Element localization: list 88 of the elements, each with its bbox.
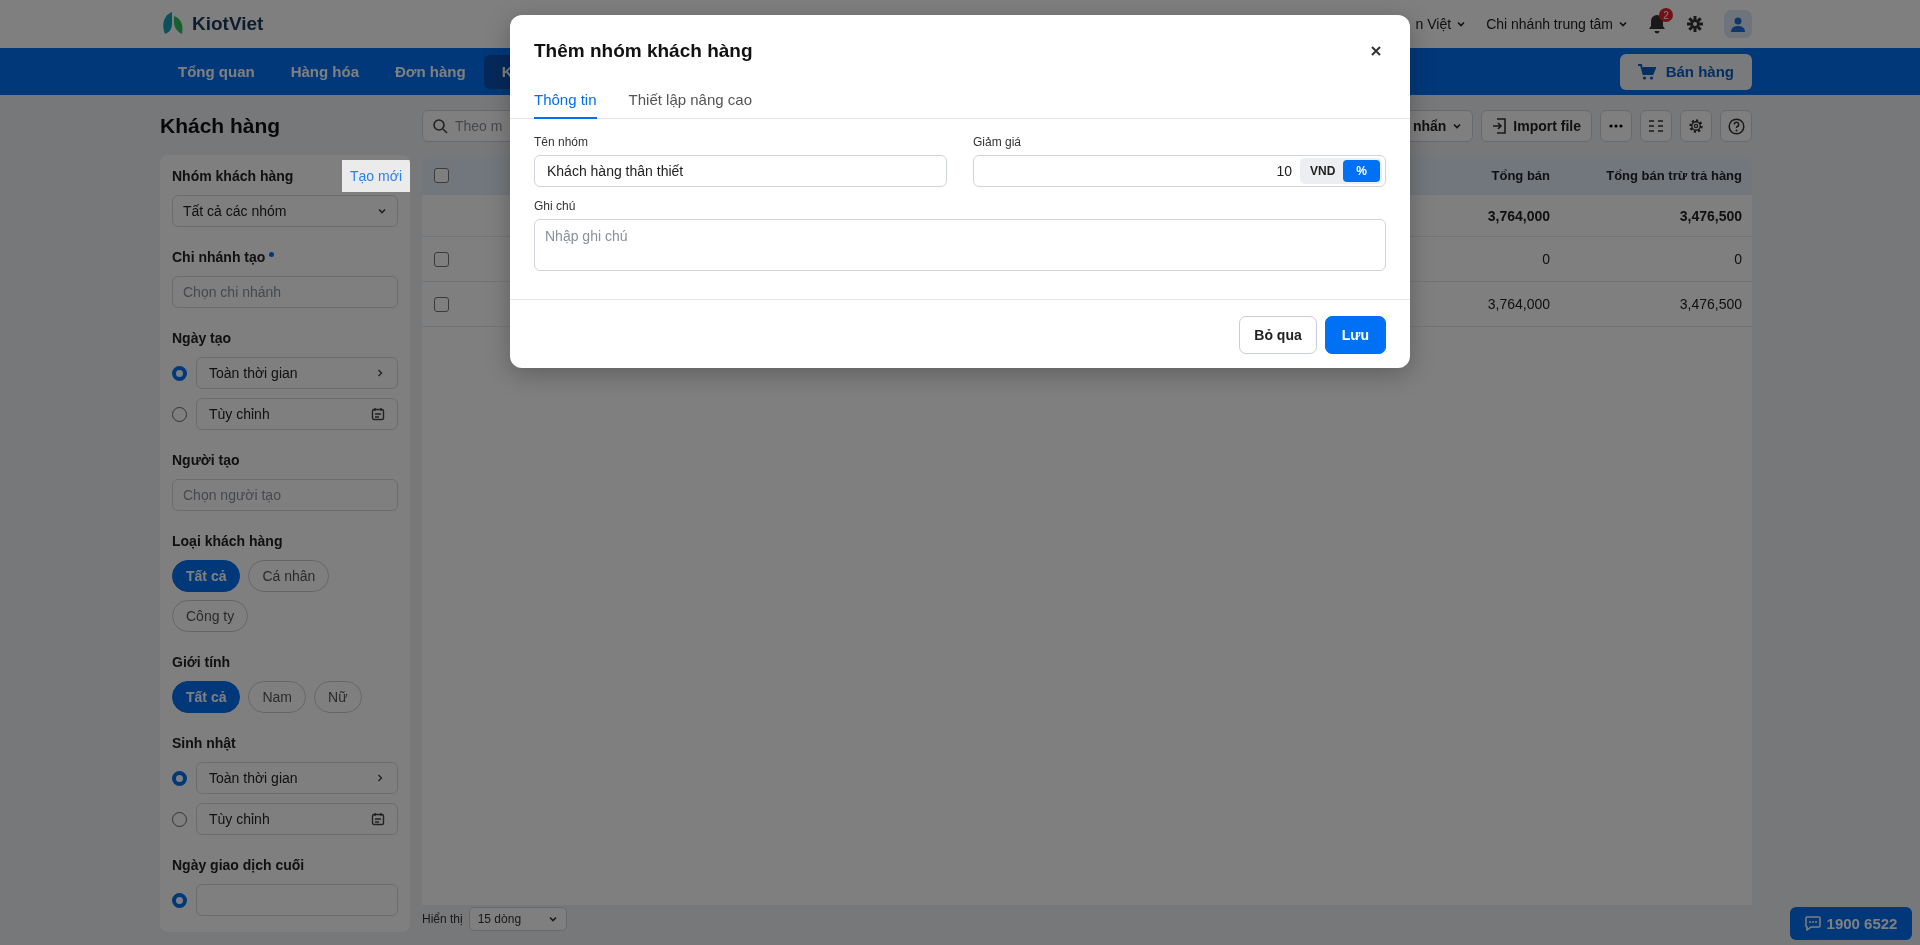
date-range-select[interactable]: Toàn thời gian [196, 762, 398, 794]
nav-tab[interactable]: Đơn hàng [377, 54, 484, 89]
help-button[interactable] [1720, 110, 1752, 142]
note-field[interactable]: Nhập ghi chú [534, 219, 1386, 271]
sell-button[interactable]: Bán hàng [1619, 53, 1752, 90]
filter-chip[interactable]: Cá nhân [248, 560, 330, 592]
filter-chip[interactable]: Nam [248, 681, 307, 713]
chevron-down-icon [377, 206, 387, 216]
radio-button[interactable] [172, 892, 187, 908]
search-select-field[interactable]: Chọn người tạo [172, 479, 398, 511]
settings-button[interactable] [1680, 110, 1712, 142]
filter-chip[interactable]: Nữ [314, 681, 362, 713]
dialog-tab[interactable]: Thiết lập nâng cao [628, 85, 752, 119]
filter-label: Sinh nhật [172, 735, 236, 751]
chevron-down-icon [1618, 19, 1628, 29]
date-range-select[interactable]: Toàn thời gian [196, 357, 398, 389]
more-button[interactable] [1600, 110, 1632, 142]
hotline-button[interactable]: 1900 6522 [1790, 907, 1912, 940]
import-icon [1492, 118, 1508, 134]
more-icon [1609, 124, 1623, 128]
chevron-down-icon [1452, 121, 1463, 131]
chevron-down-icon [547, 914, 558, 924]
checkbox[interactable] [434, 296, 449, 312]
field-label: Tên nhóm [534, 135, 590, 149]
date-picker-field[interactable]: Tùy chỉnh [196, 398, 398, 430]
unit-toggle[interactable]: VND [1302, 160, 1344, 182]
page-size-select[interactable]: 15 dòng [468, 907, 567, 931]
radio-button[interactable] [172, 406, 187, 422]
page-title: Khách hàng [160, 113, 282, 139]
radio-button[interactable] [172, 365, 187, 381]
columns-icon [1648, 119, 1664, 133]
branch-dropdown[interactable]: Chi nhánh trung tâm [1486, 16, 1628, 32]
save-button[interactable]: Lưu [1324, 316, 1386, 354]
checkbox[interactable] [434, 251, 449, 267]
table-cell-text: 0 [1541, 251, 1551, 267]
dialog-tab[interactable]: Thông tin [534, 85, 597, 119]
filter-label: Loại khách hàng [172, 533, 283, 549]
date-picker-field[interactable]: Tùy chỉnh [196, 803, 398, 835]
columns-button[interactable] [1640, 110, 1672, 142]
language-dropdown[interactable]: n Việt [1415, 16, 1467, 32]
filter-chip[interactable]: Công ty [172, 600, 249, 632]
filter-label: Giới tính [172, 654, 231, 670]
group-select[interactable]: Tất cả các nhóm [172, 195, 398, 227]
filter-label: Ngày giao dịch cuối [172, 857, 305, 873]
close-icon [1370, 45, 1382, 57]
filter-label: Ngày tạo [172, 330, 232, 346]
nav-tab[interactable]: Tổng quan [160, 54, 273, 89]
dialog-title: Thêm nhóm khách hàng [534, 40, 753, 62]
import-button[interactable]: Import file [1481, 110, 1592, 142]
unit-toggle[interactable]: % [1343, 160, 1380, 182]
logo-text: KiotViet [192, 13, 264, 35]
radio-button[interactable] [172, 811, 187, 827]
filter-chip[interactable]: Tất cả [172, 560, 241, 592]
user-avatar[interactable] [1724, 10, 1752, 38]
filter-label: Nhóm khách hàng [172, 168, 294, 184]
chevron-down-icon [1456, 19, 1467, 29]
create-link[interactable]: Tạo mới [342, 160, 410, 192]
table-cell-text: 3,764,000 [1486, 296, 1551, 312]
search-icon [432, 118, 448, 134]
table-cell-text: 3,476,500 [1678, 296, 1743, 312]
settings-icon[interactable] [1686, 15, 1704, 33]
calendar-icon [371, 812, 385, 826]
filter-chip[interactable]: Tất cả [172, 681, 241, 713]
page-size-label: Hiển thị [422, 912, 463, 926]
table-cell-text: 0 [1733, 251, 1743, 267]
summary-cell-text: 3,476,500 [1678, 207, 1743, 224]
nav-tab[interactable]: Hàng hóa [272, 54, 377, 89]
help-icon [1727, 117, 1745, 135]
chat-icon [1804, 916, 1821, 931]
checkbox[interactable] [434, 168, 449, 183]
summary-cell-text: 3,764,000 [1486, 207, 1551, 224]
settings-icon [1688, 118, 1704, 134]
group-name-field[interactable]: Khách hàng thân thiết [534, 155, 947, 187]
radio-button[interactable] [172, 770, 187, 786]
calendar-icon [371, 407, 385, 421]
notification-badge: 2 [1659, 8, 1673, 22]
column-header: Tổng bán [1490, 168, 1551, 183]
cart-icon [1637, 63, 1656, 80]
field-label: Ghi chú [534, 199, 577, 213]
chevron-right-icon [375, 773, 385, 783]
cancel-button[interactable]: Bỏ qua [1239, 316, 1317, 354]
field-label: Giảm giá [973, 135, 1023, 149]
filter-label: Chi nhánh tạo [172, 249, 266, 265]
filter-label: Người tạo [172, 452, 240, 468]
chevron-right-icon [375, 368, 385, 378]
column-header: Tổng bán trừ trả hàng [1605, 168, 1743, 183]
search-select-field[interactable]: Chọn chi nhánh [172, 276, 398, 308]
discount-field[interactable]: 10 VND % [973, 155, 1386, 187]
